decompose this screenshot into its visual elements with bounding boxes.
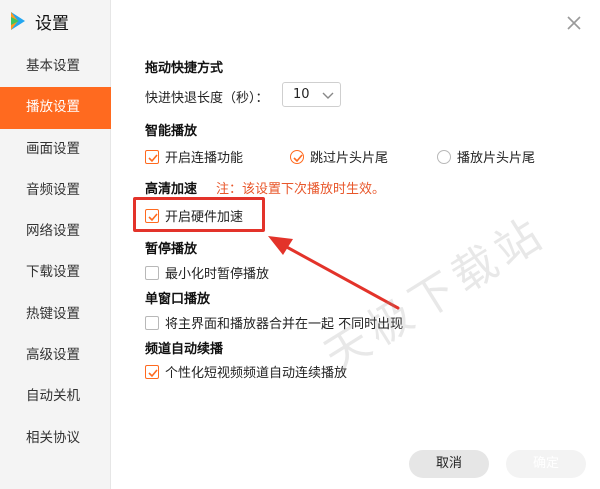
- skip-intro-outro-radio[interactable]: 跳过片头片尾: [290, 147, 388, 166]
- continuous-play-label: 开启连播功能: [165, 151, 244, 166]
- section-title-pause-play: 暂停播放: [145, 242, 198, 257]
- close-icon[interactable]: [563, 12, 585, 34]
- chevron-down-icon: [322, 92, 334, 99]
- highlight-box: [133, 197, 265, 232]
- section-title-hd-accel: 高清加速: [145, 182, 198, 197]
- app-title: 设置: [35, 13, 69, 34]
- sidebar-item-download[interactable]: 下载设置: [0, 252, 111, 293]
- ok-button[interactable]: 确定: [506, 450, 586, 478]
- section-title-smart-play: 智能播放: [145, 124, 198, 139]
- sidebar-item-hotkeys[interactable]: 热键设置: [0, 294, 111, 335]
- hd-accel-note: 注：该设置下次播放时生效。: [216, 182, 386, 197]
- sidebar-item-advanced[interactable]: 高级设置: [0, 335, 111, 376]
- continuous-play-checkbox[interactable]: 开启连播功能: [145, 147, 243, 166]
- sidebar-item-playback[interactable]: 播放设置: [0, 87, 111, 129]
- radio-unchecked-icon: [437, 149, 451, 164]
- channel-autoplay-label: 个性化短视频频道自动连续播放: [165, 366, 348, 381]
- channel-autoplay-checkbox[interactable]: 个性化短视频频道自动连续播放: [145, 362, 347, 381]
- sidebar: 设置 基本设置 播放设置 画面设置 音频设置 网络设置 下载设置 热键设置 高级…: [0, 0, 111, 489]
- merge-window-label: 将主界面和播放器合并在一起 不同时出现: [165, 317, 404, 332]
- section-title-channel-autoplay: 频道自动续播: [145, 342, 224, 357]
- sidebar-item-audio[interactable]: 音频设置: [0, 170, 111, 211]
- skip-intro-outro-label: 跳过片头片尾: [310, 151, 389, 166]
- radio-checked-icon: [290, 149, 304, 164]
- play-intro-outro-label: 播放片头片尾: [457, 151, 536, 166]
- sidebar-item-picture[interactable]: 画面设置: [0, 129, 111, 170]
- sidebar-nav: 基本设置 播放设置 画面设置 音频设置 网络设置 下载设置 热键设置 高级设置 …: [0, 46, 111, 459]
- section-title-single-window: 单窗口播放: [145, 292, 211, 307]
- checkbox-checked-icon: [145, 364, 159, 379]
- checkbox-unchecked-icon: [145, 315, 159, 330]
- sidebar-item-auto-shutdown[interactable]: 自动关机: [0, 376, 111, 417]
- sidebar-item-network[interactable]: 网络设置: [0, 211, 111, 252]
- app-header: 设置: [6, 8, 69, 34]
- cancel-button[interactable]: 取消: [409, 450, 489, 478]
- merge-window-checkbox[interactable]: 将主界面和播放器合并在一起 不同时出现: [145, 313, 403, 332]
- minimize-pause-label: 最小化时暂停播放: [165, 267, 270, 282]
- minimize-pause-checkbox[interactable]: 最小化时暂停播放: [145, 263, 269, 282]
- checkbox-unchecked-icon: [145, 265, 159, 280]
- sidebar-item-basic[interactable]: 基本设置: [0, 46, 111, 87]
- play-intro-outro-radio[interactable]: 播放片头片尾: [437, 147, 535, 166]
- checkbox-checked-icon: [145, 149, 159, 164]
- step-length-select[interactable]: 10: [282, 82, 341, 107]
- step-length-label: 快进快退长度（秒）：: [145, 91, 269, 106]
- sidebar-item-agreements[interactable]: 相关协议: [0, 418, 111, 459]
- watermark: 天极下载站: [315, 206, 555, 383]
- app-logo-icon: [11, 12, 25, 30]
- step-length-value: 10: [293, 87, 310, 102]
- section-title-drag-shortcut: 拖动快捷方式: [145, 61, 224, 76]
